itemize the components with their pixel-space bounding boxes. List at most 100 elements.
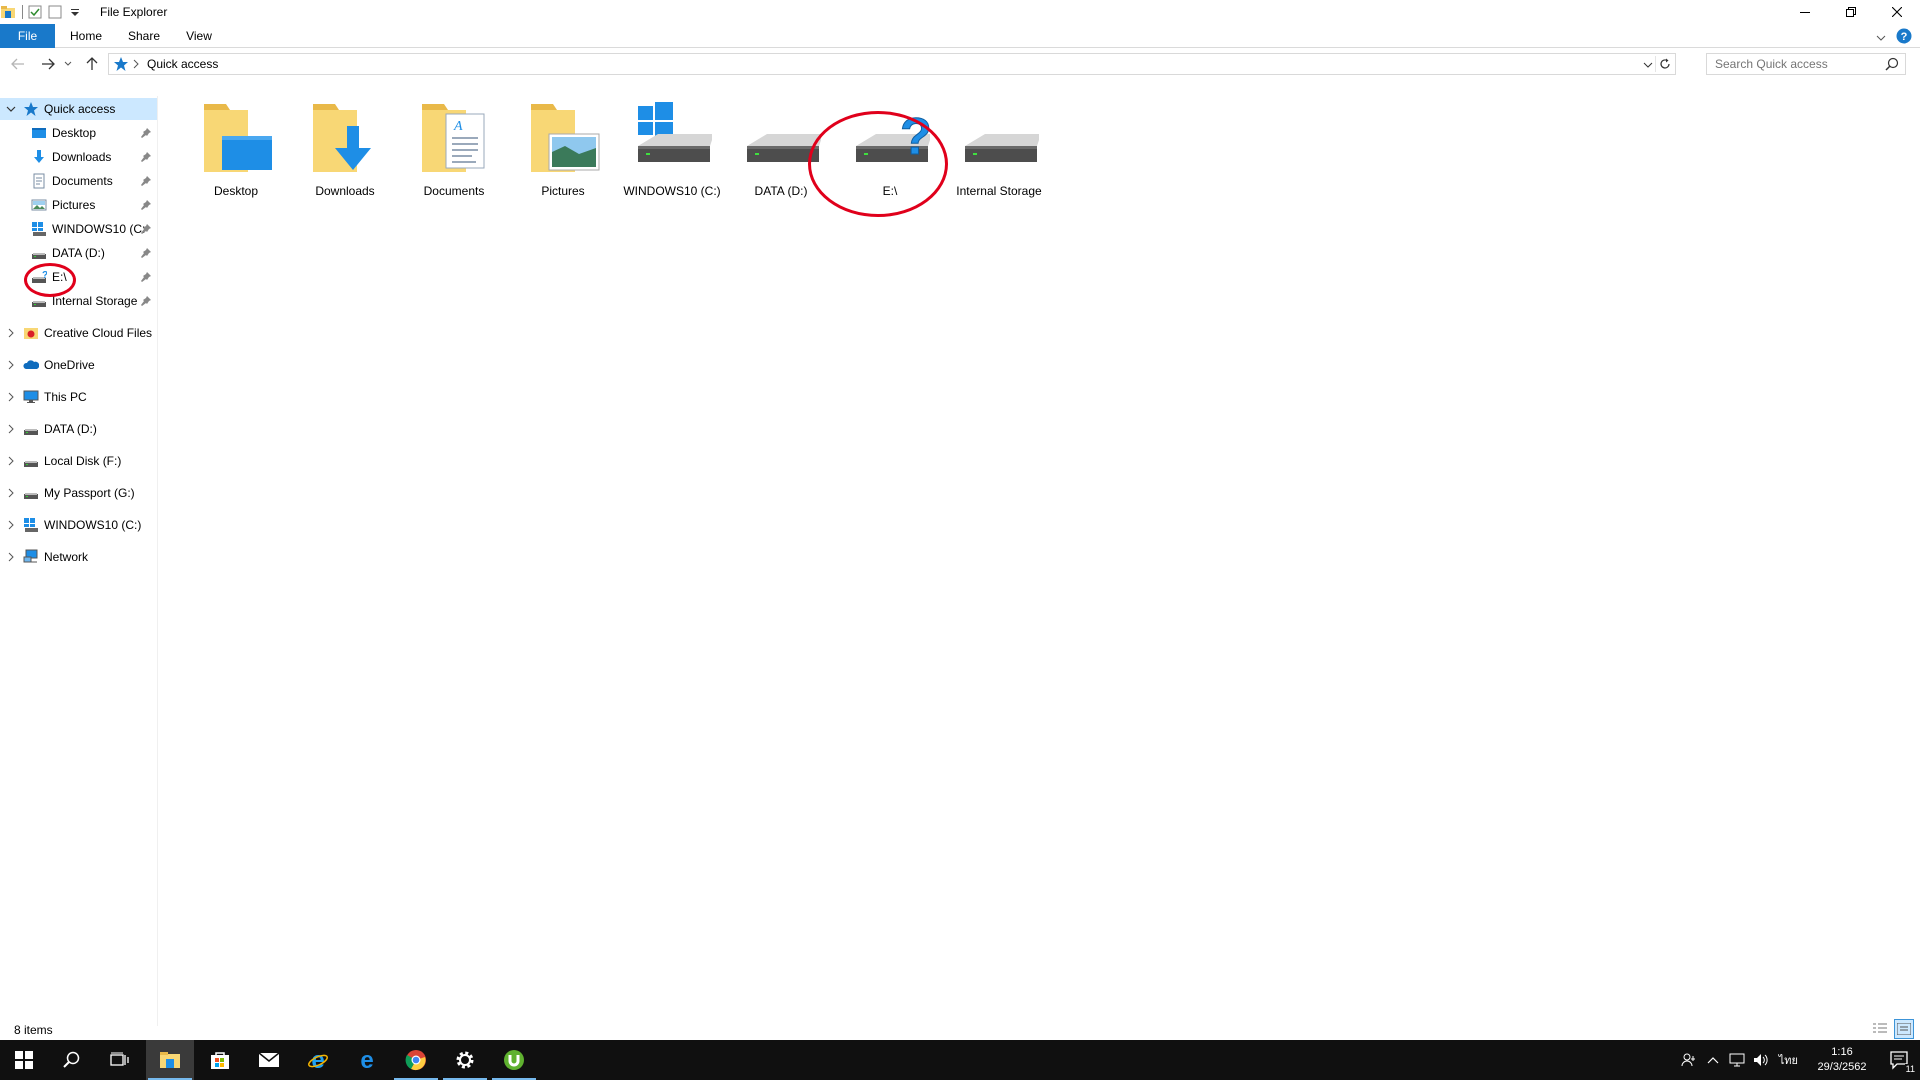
nav-pinned-data-d[interactable]: DATA (D:)	[0, 242, 157, 264]
nav-pinned-documents[interactable]: Documents	[0, 170, 157, 192]
nav-label: Downloads	[52, 150, 112, 164]
taskbar-store[interactable]	[196, 1040, 244, 1080]
collapsed-chevron-icon[interactable]	[5, 488, 17, 498]
clock-time: 1:16	[1831, 1046, 1853, 1058]
clock-date: 29/3/2562	[1817, 1061, 1867, 1073]
search-icon[interactable]	[1885, 57, 1899, 74]
taskbar-utorrent[interactable]	[490, 1040, 538, 1080]
show-hidden-icons-chevron-icon[interactable]	[1701, 1040, 1725, 1080]
breadcrumb-quick-access[interactable]: Quick access	[147, 57, 218, 71]
taskbar-search-button[interactable]	[48, 1040, 96, 1080]
minimize-button[interactable]	[1782, 0, 1828, 24]
customize-toolbar-chevron-icon[interactable]	[67, 4, 83, 20]
start-button[interactable]	[0, 1040, 48, 1080]
address-dropdown-chevron-icon[interactable]	[1643, 58, 1653, 72]
nav-local-disk-f[interactable]: Local Disk (F:)	[0, 450, 157, 472]
explorer-app-icon[interactable]	[0, 4, 16, 20]
tab-view[interactable]: View	[176, 24, 222, 48]
taskbar: e e ไทย 1:16 29/3/2562 11	[0, 1040, 1920, 1080]
tile-desktop[interactable]: Desktop	[186, 96, 286, 206]
notification-count: 11	[1904, 1064, 1916, 1074]
tile-documents[interactable]: A Documents	[404, 96, 504, 206]
tile-label: Pictures	[541, 184, 585, 198]
nav-label: Documents	[52, 174, 113, 188]
tile-downloads[interactable]: Downloads	[295, 96, 395, 206]
annotation-circle-nav	[24, 263, 76, 297]
close-button[interactable]	[1874, 0, 1920, 24]
address-bar[interactable]: Quick access	[108, 53, 1676, 75]
taskbar-mail[interactable]	[245, 1040, 293, 1080]
restore-button[interactable]	[1828, 0, 1874, 24]
help-icon[interactable]: ?	[1896, 28, 1912, 47]
nav-pinned-desktop[interactable]: Desktop	[0, 122, 157, 144]
nav-pinned-pictures[interactable]: Pictures	[0, 194, 157, 216]
expand-ribbon-chevron-icon[interactable]	[1876, 31, 1886, 45]
nav-pinned-downloads[interactable]: Downloads	[0, 146, 157, 168]
collapsed-chevron-icon[interactable]	[5, 328, 17, 338]
network-status-icon[interactable]	[1725, 1040, 1749, 1080]
taskbar-chrome[interactable]	[392, 1040, 440, 1080]
nav-this-pc[interactable]: This PC	[0, 386, 157, 408]
nav-quick-access[interactable]: Quick access	[0, 98, 157, 120]
collapsed-chevron-icon[interactable]	[5, 520, 17, 530]
tab-file[interactable]: File	[0, 24, 55, 48]
refresh-icon[interactable]	[1655, 56, 1673, 72]
toolbar-separator	[22, 5, 23, 19]
up-button[interactable]	[82, 54, 102, 74]
nav-data-d[interactable]: DATA (D:)	[0, 418, 157, 440]
people-icon[interactable]	[1677, 1040, 1701, 1080]
tab-home[interactable]: Home	[62, 24, 110, 48]
action-center-button[interactable]: 11	[1880, 1040, 1920, 1080]
task-view-button[interactable]	[96, 1040, 144, 1080]
clock[interactable]: 1:16 29/3/2562	[1804, 1045, 1880, 1075]
svg-text:e: e	[311, 1049, 324, 1071]
pin-icon[interactable]	[141, 151, 151, 165]
back-button[interactable]	[8, 54, 28, 74]
large-icons-view-icon[interactable]	[1894, 1019, 1914, 1039]
pin-icon[interactable]	[141, 199, 151, 213]
breadcrumb-separator-icon[interactable]	[133, 58, 139, 72]
collapsed-chevron-icon[interactable]	[5, 360, 17, 370]
nav-onedrive[interactable]: OneDrive	[0, 354, 157, 376]
pictures-icon	[31, 197, 47, 213]
nav-windows10-c[interactable]: WINDOWS10 (C:)	[0, 514, 157, 536]
collapsed-chevron-icon[interactable]	[5, 456, 17, 466]
taskbar-edge[interactable]: e	[343, 1040, 391, 1080]
tab-share[interactable]: Share	[120, 24, 168, 48]
pin-icon[interactable]	[141, 295, 151, 309]
pin-icon[interactable]	[141, 271, 151, 285]
tile-windows10-c[interactable]: WINDOWS10 (C:)	[622, 96, 722, 206]
taskbar-settings[interactable]	[441, 1040, 489, 1080]
details-view-icon[interactable]	[1870, 1019, 1890, 1039]
properties-icon[interactable]	[27, 4, 43, 20]
tile-pictures[interactable]: Pictures	[513, 96, 613, 206]
pin-icon[interactable]	[141, 127, 151, 141]
taskbar-internet-explorer[interactable]: e	[294, 1040, 342, 1080]
nav-pinned-internal-storage[interactable]: Internal Storage	[0, 290, 157, 312]
expanded-chevron-icon[interactable]	[5, 105, 17, 113]
documents-folder-icon: A	[414, 96, 494, 176]
nav-my-passport-g[interactable]: My Passport (G:)	[0, 482, 157, 504]
chrome-icon	[405, 1050, 426, 1071]
collapsed-chevron-icon[interactable]	[5, 424, 17, 434]
pin-icon[interactable]	[141, 223, 151, 237]
forward-button[interactable]	[38, 54, 58, 74]
nav-pinned-windows10-c[interactable]: WINDOWS10 (C:	[0, 218, 157, 240]
input-language[interactable]: ไทย	[1779, 1051, 1798, 1069]
svg-text:e: e	[360, 1049, 373, 1071]
pin-icon[interactable]	[141, 175, 151, 189]
creative-cloud-icon	[23, 325, 39, 341]
pin-icon[interactable]	[141, 247, 151, 261]
taskbar-file-explorer[interactable]	[146, 1040, 194, 1080]
search-input[interactable]	[1715, 57, 1885, 71]
search-box[interactable]	[1706, 53, 1906, 75]
nav-network[interactable]: Network	[0, 546, 157, 568]
nav-creative-cloud-files[interactable]: Creative Cloud Files	[0, 322, 157, 344]
collapsed-chevron-icon[interactable]	[5, 552, 17, 562]
collapsed-chevron-icon[interactable]	[5, 392, 17, 402]
recent-locations-chevron-icon[interactable]	[62, 54, 74, 74]
tile-internal-storage[interactable]: Internal Storage	[949, 96, 1049, 206]
volume-icon[interactable]	[1749, 1040, 1773, 1080]
new-folder-icon[interactable]	[47, 4, 63, 20]
address-row: Quick access	[0, 52, 1920, 76]
